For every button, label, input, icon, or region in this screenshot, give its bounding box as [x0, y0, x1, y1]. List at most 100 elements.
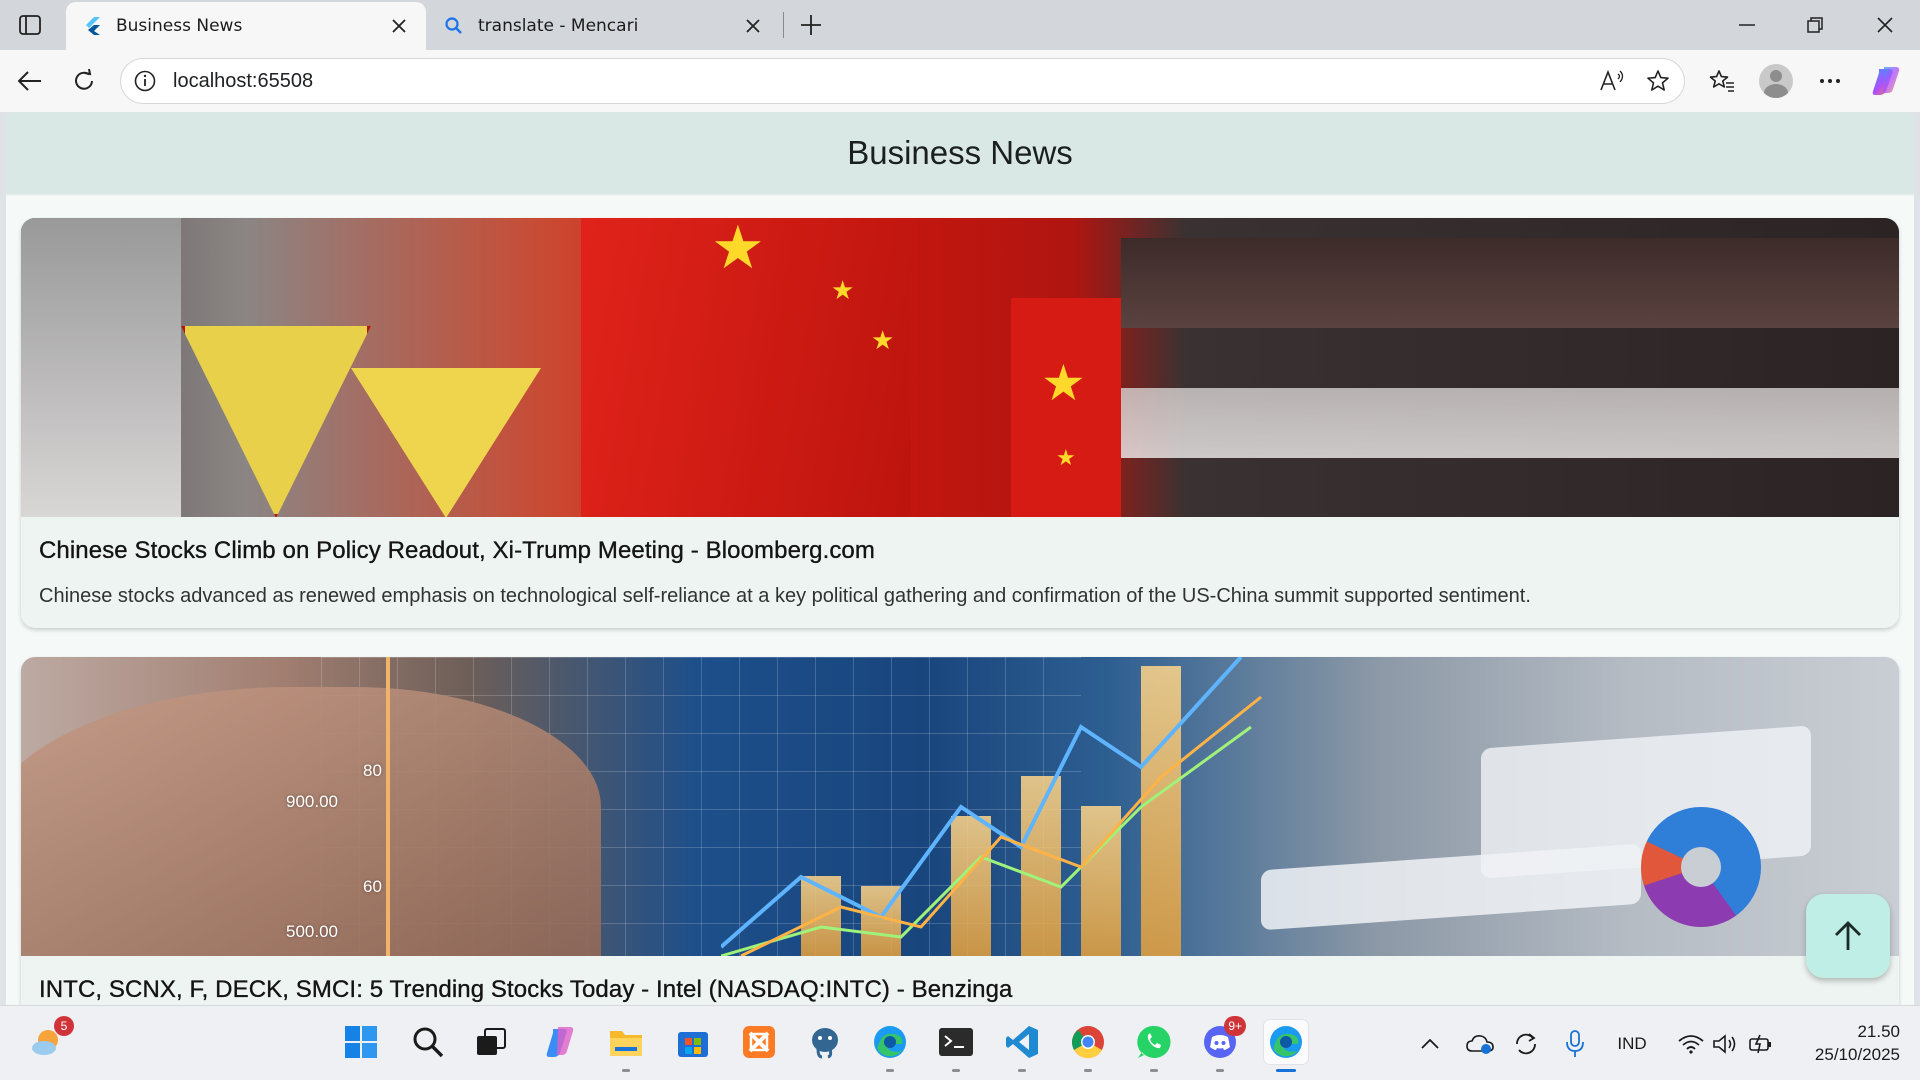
sync-icon[interactable] — [1510, 1026, 1542, 1062]
tab-translate[interactable]: translate - Mencari — [428, 2, 780, 50]
close-window-icon[interactable] — [1862, 8, 1908, 42]
news-card[interactable]: ★ ★ ★ ★ ★ Chinese Stocks Climb on Policy… — [21, 218, 1899, 628]
browser-toolbar: localhost:65508 — [0, 50, 1920, 112]
vscode-icon[interactable] — [1000, 1020, 1044, 1072]
microsoft-store-icon[interactable] — [671, 1020, 715, 1064]
notification-badge: 9+ — [1224, 1016, 1246, 1036]
onedrive-icon[interactable] — [1464, 1026, 1496, 1062]
wifi-icon[interactable] — [1676, 1026, 1706, 1062]
running-indicator — [886, 1069, 894, 1072]
image-detail — [21, 218, 181, 517]
star-shape: ★ — [711, 218, 765, 283]
close-tab-icon[interactable] — [740, 13, 766, 39]
task-view-icon[interactable] — [469, 1020, 513, 1064]
running-indicator — [1018, 1069, 1026, 1072]
refresh-icon[interactable] — [64, 62, 104, 100]
web-page: Business News ★ ★ ★ ★ ★ Chinese Stocks C… — [6, 112, 1914, 1005]
image-detail — [1641, 807, 1761, 927]
star-shape: ★ — [1041, 354, 1086, 412]
image-label: 900.00 — [286, 792, 338, 811]
trend-lines — [721, 657, 1262, 956]
tab-title: Business News — [116, 16, 243, 36]
card-body: Chinese Stocks Climb on Policy Readout, … — [21, 517, 1899, 628]
image-detail — [181, 326, 371, 517]
news-list: ★ ★ ★ ★ ★ Chinese Stocks Climb on Policy… — [21, 218, 1899, 1005]
favorite-star-icon[interactable] — [1638, 62, 1678, 100]
discord-icon[interactable]: 9+ — [1198, 1016, 1246, 1072]
whatsapp-icon[interactable] — [1132, 1020, 1176, 1072]
tab-actions-icon[interactable] — [14, 10, 46, 40]
chevron-up-icon[interactable] — [1416, 1026, 1444, 1062]
star-shape: ★ — [871, 326, 895, 356]
clock-date: 25/10/2025 — [1814, 1045, 1900, 1064]
terminal-icon[interactable] — [934, 1020, 978, 1072]
url-text[interactable]: localhost:65508 — [173, 70, 1592, 93]
xampp-icon[interactable] — [737, 1020, 781, 1064]
windows-taskbar: 5 9+ IND 21.50 25/10/2025 — [0, 1005, 1920, 1080]
image-label: 80 — [363, 761, 382, 780]
star-shape: ★ — [1056, 446, 1076, 471]
file-explorer-icon[interactable] — [604, 1020, 648, 1072]
article-title[interactable]: INTC, SCNX, F, DECK, SMCI: 5 Trending St… — [39, 976, 1881, 1004]
language-indicator[interactable]: IND — [1606, 1026, 1658, 1062]
running-indicator — [622, 1069, 630, 1072]
app-bar: Business News — [6, 112, 1914, 194]
language-label: IND — [1617, 1034, 1647, 1053]
profile-avatar[interactable] — [1756, 62, 1796, 100]
tab-separator — [783, 12, 784, 38]
copilot-icon[interactable] — [1866, 62, 1906, 100]
news-card[interactable]: 900.00 500.00 80 60 INTC, SCNX, F, DECK,… — [21, 657, 1899, 1005]
notification-badge: 5 — [54, 1016, 74, 1036]
weather-widget-icon[interactable]: 5 — [26, 1016, 74, 1064]
star-shape: ★ — [831, 276, 855, 306]
battery-icon[interactable] — [1746, 1026, 1776, 1062]
favorites-icon[interactable] — [1702, 62, 1742, 100]
image-detail — [386, 657, 390, 956]
volume-icon[interactable] — [1710, 1026, 1740, 1062]
image-detail — [351, 368, 541, 517]
close-tab-icon[interactable] — [386, 13, 412, 39]
scroll-to-top-button[interactable] — [1806, 894, 1890, 978]
avatar — [1759, 64, 1793, 98]
search-icon[interactable] — [406, 1020, 450, 1064]
edge-active-icon[interactable] — [1264, 1020, 1308, 1072]
restore-icon[interactable] — [1792, 8, 1838, 42]
more-options-icon[interactable] — [1810, 62, 1850, 100]
microphone-icon[interactable] — [1560, 1026, 1590, 1062]
system-clock[interactable]: 21.50 25/10/2025 — [1790, 1020, 1900, 1066]
flutter-icon — [82, 16, 102, 36]
edge-icon[interactable] — [868, 1020, 912, 1072]
chrome-icon[interactable] — [1066, 1020, 1110, 1072]
running-indicator — [1084, 1069, 1092, 1072]
postgresql-icon[interactable] — [803, 1020, 847, 1064]
stock-chart-image: 900.00 500.00 80 60 — [21, 657, 1899, 956]
image-detail — [1261, 843, 1641, 931]
image-detail — [1121, 238, 1899, 328]
image-detail — [1121, 388, 1899, 458]
browser-tab-strip: Business News translate - Mencari — [0, 0, 1920, 50]
arrow-up-icon — [1835, 921, 1861, 950]
china-flags-image: ★ ★ ★ ★ ★ — [21, 218, 1899, 517]
running-indicator — [1216, 1069, 1224, 1072]
page-title: Business News — [847, 134, 1073, 171]
read-aloud-icon[interactable] — [1592, 62, 1632, 100]
article-title[interactable]: Chinese Stocks Climb on Policy Readout, … — [39, 537, 1881, 565]
tab-business-news[interactable]: Business News — [66, 2, 426, 50]
article-description: Chinese stocks advanced as renewed empha… — [39, 585, 1531, 607]
tab-title: translate - Mencari — [478, 16, 639, 36]
copilot-icon[interactable] — [538, 1020, 582, 1064]
card-body: INTC, SCNX, F, DECK, SMCI: 5 Trending St… — [21, 956, 1899, 1005]
search-icon — [444, 16, 464, 36]
site-info-icon[interactable] — [133, 69, 157, 93]
back-icon[interactable] — [10, 62, 50, 100]
minimize-icon[interactable] — [1724, 8, 1770, 42]
running-indicator — [1276, 1069, 1296, 1072]
start-icon[interactable] — [339, 1020, 383, 1064]
image-detail — [21, 687, 601, 956]
address-bar[interactable]: localhost:65508 — [120, 58, 1685, 104]
running-indicator — [1150, 1069, 1158, 1072]
running-indicator — [952, 1069, 960, 1072]
new-tab-icon[interactable] — [794, 8, 828, 42]
image-label: 500.00 — [286, 922, 338, 941]
clock-time: 21.50 — [1857, 1022, 1900, 1041]
